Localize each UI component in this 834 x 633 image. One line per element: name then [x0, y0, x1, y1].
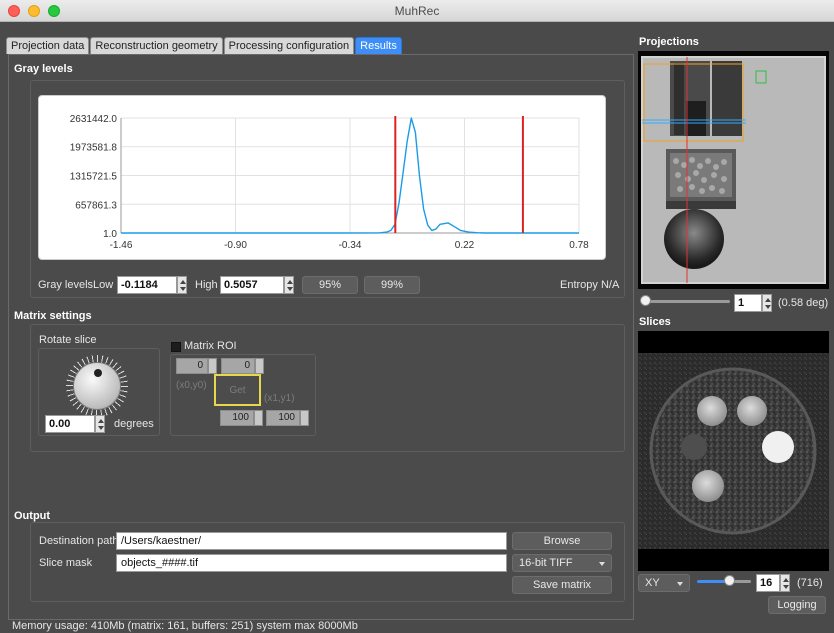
percentile-95-button[interactable]: 95%: [302, 276, 358, 294]
projections-title: Projections: [639, 36, 699, 48]
browse-button[interactable]: Browse: [512, 532, 612, 550]
tab-processing-configuration[interactable]: Processing configuration: [223, 37, 355, 54]
status-bar: Memory usage: 410Mb (matrix: 161, buffer…: [0, 620, 834, 633]
tab-reconstruction-geometry[interactable]: Reconstruction geometry: [90, 37, 223, 54]
memory-usage-status: Memory usage: 410Mb (matrix: 161, buffer…: [12, 620, 358, 632]
roi-x0-stepper[interactable]: [208, 358, 217, 374]
file-format-select[interactable]: 16-bit TIFF: [512, 554, 612, 572]
roi-y0-stepper[interactable]: [255, 358, 264, 374]
rotate-slice-label: Rotate slice: [39, 334, 97, 346]
projection-image: [638, 51, 829, 289]
histogram-plot: -1.46 -0.90 -0.34 0.22 0.78 1.0 657861.3 131572…: [70, 114, 589, 251]
logging-button[interactable]: Logging: [768, 596, 826, 614]
histogram-chart: -1.46 -0.90 -0.34 0.22 0.78 1.0 657861.3 131572…: [38, 95, 606, 260]
slice-image: [638, 331, 829, 571]
slice-index-stepper[interactable]: [780, 574, 790, 592]
high-value-input[interactable]: 0.5057: [220, 276, 284, 294]
matrix-settings-title: Matrix settings: [14, 310, 92, 322]
destination-path-label: Destination path: [39, 535, 119, 547]
output-title: Output: [14, 510, 51, 522]
dial-indicator: [94, 369, 102, 377]
slice-count-label: (716): [797, 577, 823, 589]
low-label: Low: [93, 279, 114, 291]
destination-path-input[interactable]: /Users/kaestner/: [116, 532, 507, 550]
projection-index-input[interactable]: 1: [734, 294, 762, 312]
projection-slider[interactable]: [645, 300, 730, 303]
gray-levels-title: Gray levels: [14, 63, 73, 75]
slice-slider-thumb[interactable]: [724, 575, 735, 586]
slice-viewer[interactable]: [638, 331, 829, 571]
roi-y1-stepper[interactable]: [300, 410, 309, 426]
rotate-angle-stepper[interactable]: [95, 415, 105, 433]
slice-mask-input[interactable]: objects_####.tif: [116, 554, 507, 572]
x1y1-label: (x1,y1): [264, 393, 295, 404]
roi-x1-stepper[interactable]: [254, 410, 263, 426]
roi-y0-input[interactable]: 0: [221, 358, 255, 374]
entropy-label: Entropy N/A: [560, 279, 620, 291]
x-tick-label: 0.78: [569, 240, 589, 251]
title-bar: MuhRec: [0, 0, 834, 22]
high-value-stepper[interactable]: [284, 276, 294, 294]
rotate-angle-input[interactable]: 0.00: [45, 415, 95, 433]
save-matrix-button[interactable]: Save matrix: [512, 576, 612, 594]
main-tabs: Projection data Reconstruction geometry …: [6, 37, 403, 54]
slices-title: Slices: [639, 316, 671, 328]
dial-knob: [73, 362, 121, 410]
roi-y1-input[interactable]: 100: [266, 410, 300, 426]
x0y0-label: (x0,y0): [176, 380, 207, 391]
projection-viewer[interactable]: [638, 51, 829, 289]
matrix-roi-checkbox[interactable]: [171, 342, 181, 352]
y-tick-label: 1973581.8: [70, 143, 118, 154]
y-tick-label: 1315721.5: [70, 172, 118, 183]
tab-results[interactable]: Results: [355, 37, 402, 54]
rotation-dial[interactable]: [66, 355, 128, 417]
y-tick-label: 657861.3: [75, 200, 117, 211]
app-window: MuhRec Projection data Reconstruction ge…: [0, 0, 834, 633]
low-value-input[interactable]: -0.1184: [117, 276, 177, 294]
percentile-99-button[interactable]: 99%: [364, 276, 420, 294]
gray-levels-label: Gray levels: [38, 279, 94, 291]
x-tick-label: -0.34: [339, 240, 362, 251]
roi-x0-input[interactable]: 0: [176, 358, 208, 374]
tab-projection-data[interactable]: Projection data: [6, 37, 90, 54]
x-tick-label: 0.22: [455, 240, 475, 251]
low-value-stepper[interactable]: [177, 276, 187, 294]
projection-angle-label: (0.58 deg): [778, 297, 829, 309]
x-tick-label: -1.46: [110, 240, 133, 251]
matrix-roi-label: Matrix ROI: [184, 340, 237, 352]
y-tick-label: 2631442.0: [70, 114, 118, 125]
x-tick-label: -0.90: [224, 240, 247, 251]
get-roi-button[interactable]: Get: [214, 374, 261, 406]
y-tick-label: 1.0: [103, 229, 117, 240]
high-label: High: [195, 279, 218, 291]
roi-x1-input[interactable]: 100: [220, 410, 254, 426]
projection-index-stepper[interactable]: [762, 294, 772, 312]
slice-plane-select[interactable]: XY: [638, 574, 690, 592]
degrees-unit-label: degrees: [114, 418, 154, 430]
window-title: MuhRec: [394, 4, 440, 18]
slice-mask-label: Slice mask: [39, 557, 93, 569]
slice-index-input[interactable]: 16: [756, 574, 780, 592]
projection-slider-thumb[interactable]: [640, 295, 651, 306]
